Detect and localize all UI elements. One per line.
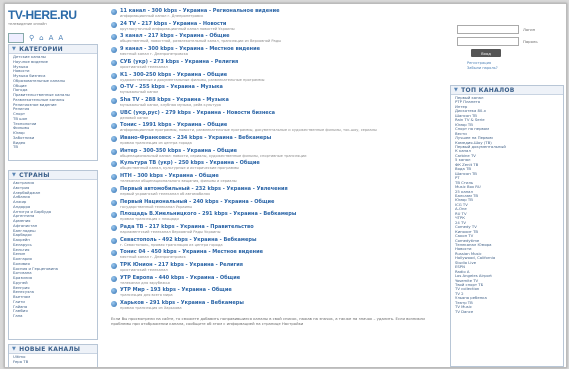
- top-channels-header[interactable]: ▼ ТОП КАНАЛОВ: [451, 86, 563, 95]
- channel-globe-icon[interactable]: [111, 148, 117, 155]
- channel-globe-icon[interactable]: [111, 174, 117, 181]
- channel-description: парламентский телеканал Верховной Рады У…: [120, 229, 221, 234]
- channel-description: информационный канал г. Днепропетровск: [120, 14, 204, 18]
- channel-description: музыкальный канал, клубная музыка, рейв …: [120, 102, 221, 107]
- right-column: Логин Пароль Вход Регистрация Забыли пар…: [449, 4, 566, 367]
- left-column: TV-HERE.RU телевидение онлайн ⚲ ⌂ A A ▼ …: [5, 4, 101, 367]
- channel-list: Если Вы просмотрели на сайте, то сможете…: [101, 4, 449, 367]
- channel-globe-icon[interactable]: [111, 237, 117, 244]
- home-icon[interactable]: ⌂: [39, 34, 43, 42]
- channel-description: государственный телеканал Украины: [120, 204, 193, 209]
- login-input[interactable]: [457, 25, 519, 34]
- channel-description: музыкальный канал: [120, 90, 159, 95]
- forgot-password-link[interactable]: Забыли пароль?: [467, 66, 561, 71]
- top-channels-list: Первый канал РТР Планета Интер Дискотека 80…: [451, 95, 563, 315]
- top-channels-panel: ▼ ТОП КАНАЛОВ Первый канал РТР Планета Инт…: [450, 85, 564, 367]
- search-icon[interactable]: ⚲: [29, 34, 34, 42]
- channel-description: христианский телеканал: [120, 268, 168, 272]
- channel-globe-icon[interactable]: [111, 59, 117, 66]
- channel-description: прямая трансляция с площади: [120, 217, 179, 222]
- channel-globe-icon[interactable]: [111, 186, 117, 193]
- countries-title: СТРАНЫ: [19, 171, 50, 179]
- channel-description: г. Севастополь, прямая трансляция из цен…: [120, 242, 223, 247]
- channel-globe-icon[interactable]: [111, 123, 117, 130]
- collapse-icon[interactable]: ▼: [454, 87, 458, 93]
- channel-globe-icon[interactable]: [111, 212, 117, 219]
- top-channels-title: ТОП КАНАЛОВ: [461, 86, 515, 94]
- countries-list: Австралия Австрия Азербайджан Албания Алжир А…: [9, 180, 97, 320]
- channel-description: местный канал г. Днепропетровска: [120, 52, 188, 57]
- channel-description: прямая трансляция из Харькова: [120, 306, 182, 311]
- collapse-icon[interactable]: ▼: [12, 46, 16, 52]
- top-channel-link[interactable]: TV Dance: [455, 309, 559, 314]
- channel-globe-icon[interactable]: [111, 34, 117, 41]
- font-large-icon[interactable]: A: [58, 34, 63, 42]
- channel-description: первый украинский телеканал об автомобил…: [120, 191, 211, 196]
- channel-description: деловой канал: [120, 115, 149, 120]
- channel-description: общественный, новостной, развлекательный…: [120, 39, 282, 44]
- channel-globe-icon[interactable]: [111, 301, 117, 308]
- login-button[interactable]: Вход: [471, 49, 501, 57]
- password-input[interactable]: [457, 37, 519, 46]
- channel-globe-icon[interactable]: [111, 85, 117, 92]
- categories-panel: ▼ КАТЕГОРИИ Детские каналы Научное видени…: [8, 44, 98, 161]
- channel-globe-icon[interactable]: [111, 21, 117, 28]
- countries-panel: ▼ СТРАНЫ Австралия Австрия Азербайджан Алба…: [8, 170, 98, 340]
- category-link[interactable]: ТВ: [13, 144, 93, 150]
- channel-description: прямая трансляция из центра города: [120, 141, 192, 145]
- channel-description: художественные и документальные фильмы, …: [120, 77, 265, 82]
- categories-title: КАТЕГОРИИ: [19, 45, 63, 53]
- new-channels-list: Ultimo Fepa TB: [9, 354, 97, 366]
- channel-globe-icon[interactable]: [111, 110, 117, 117]
- channel-globe-icon[interactable]: [111, 275, 117, 282]
- new-channel-link[interactable]: Fepa TB: [13, 359, 93, 365]
- channel-globe-icon[interactable]: [111, 288, 117, 295]
- page-frame: TV-HERE.RU телевидение онлайн ⚲ ⌂ A A ▼ …: [4, 3, 567, 368]
- channel-globe-icon[interactable]: [111, 263, 117, 269]
- channel-globe-icon[interactable]: [111, 250, 117, 257]
- categories-header[interactable]: ▼ КАТЕГОРИИ: [9, 45, 97, 54]
- channel-globe-icon[interactable]: [111, 72, 117, 79]
- channel-description: христианский телеканал: [120, 64, 168, 69]
- channel-description: общенациональный канал: новости, сериалы…: [120, 153, 307, 158]
- new-channels-title: НОВЫЕ КАНАЛЫ: [19, 345, 81, 353]
- login-form: Логин Пароль Вход Регистрация Забыли пар…: [457, 25, 561, 70]
- channel-globe-icon[interactable]: [111, 161, 117, 168]
- channel-description: телеканал общенационального вещания, фил…: [120, 179, 237, 184]
- categories-list: Детские каналы Научное видение Музыка Новос…: [9, 54, 97, 151]
- channel-globe-icon[interactable]: [111, 199, 117, 206]
- channel-description: местный канал г. Днепропетровск: [120, 255, 186, 260]
- login-label: Логин: [523, 27, 536, 32]
- password-label: Пароль: [523, 39, 538, 44]
- channel-description: информационные программы, новости, развл…: [120, 128, 377, 133]
- channel-description: круглосуточный информационный канал ново…: [120, 26, 235, 31]
- collapse-icon[interactable]: ▼: [12, 172, 16, 178]
- channel-globe-icon[interactable]: [111, 47, 117, 54]
- channel-globe-icon[interactable]: [111, 97, 117, 104]
- logo-title: TV-HERE.RU: [8, 8, 77, 22]
- new-channels-panel: ▼ НОВЫЕ КАНАЛЫ Ultimo Fepa TB: [8, 344, 98, 367]
- logo-subtitle: телевидение онлайн: [8, 22, 47, 26]
- country-link[interactable]: Гана: [13, 313, 93, 319]
- channel-globe-icon[interactable]: [111, 224, 117, 231]
- toolbar: ⚲ ⌂ A A: [8, 33, 63, 43]
- language-select[interactable]: [8, 33, 24, 43]
- channel-description: трансляция для всего мира: [120, 293, 173, 298]
- new-channels-header[interactable]: ▼ НОВЫЕ КАНАЛЫ: [9, 345, 97, 354]
- countries-header[interactable]: ▼ СТРАНЫ: [9, 171, 97, 180]
- channel-description: телеканал для зарубежья: [120, 280, 170, 285]
- channel-globe-icon[interactable]: [111, 9, 117, 15]
- site-logo[interactable]: TV-HERE.RU телевидение онлайн: [8, 9, 77, 26]
- font-small-icon[interactable]: A: [49, 34, 54, 42]
- collapse-icon[interactable]: ▼: [12, 346, 16, 352]
- footer-note: Если Вы просмотрели на сайте, то сможете…: [111, 316, 425, 326]
- channel-globe-icon[interactable]: [111, 136, 117, 142]
- channel-description: общественный канал, культурные и историч…: [120, 166, 240, 171]
